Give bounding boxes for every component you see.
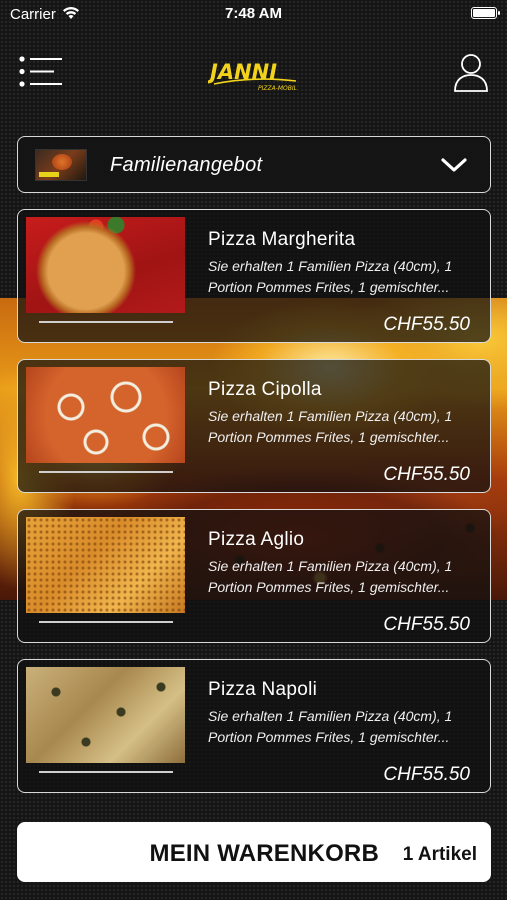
- product-name: Pizza Napoli: [208, 679, 318, 700]
- battery-icon: [471, 7, 500, 19]
- product-description: Sie erhalten 1 Familien Pizza (40cm), 1 …: [208, 708, 453, 745]
- product-card-napoli[interactable]: Pizza Napoli Sie erhalten 1 Familien Piz…: [17, 659, 491, 793]
- product-name: Pizza Cipolla: [208, 379, 322, 400]
- status-bar: Carrier 7:48 AM: [0, 0, 507, 30]
- clock: 7:48 AM: [225, 5, 282, 22]
- product-image: [26, 667, 185, 763]
- chevron-down-icon: [441, 158, 467, 172]
- janni-logo: JANNI PIZZA-MOBIL: [206, 56, 300, 92]
- logo-subtext: PIZZA-MOBIL: [258, 85, 297, 92]
- product-image: [26, 517, 185, 613]
- product-price: CHF55.50: [383, 314, 470, 335]
- product-price: CHF55.50: [383, 464, 470, 485]
- category-dropdown[interactable]: Familienangebot: [17, 136, 491, 193]
- product-image: [26, 367, 185, 463]
- product-description: Sie erhalten 1 Familien Pizza (40cm), 1 …: [208, 558, 453, 595]
- cart-item-count: 1 Artikel: [402, 844, 477, 865]
- product-card-margherita[interactable]: Pizza Margherita Sie erhalten 1 Familien…: [17, 209, 491, 343]
- user-icon[interactable]: [453, 53, 489, 93]
- product-card-aglio[interactable]: Pizza Aglio Sie erhalten 1 Familien Pizz…: [17, 509, 491, 643]
- product-price: CHF55.50: [383, 764, 470, 785]
- product-description: Sie erhalten 1 Familien Pizza (40cm), 1 …: [208, 258, 453, 295]
- product-name: Pizza Aglio: [208, 529, 305, 550]
- hamburger-menu-icon[interactable]: [18, 56, 64, 88]
- cart-button[interactable]: MEIN WARENKORB 1 Artikel: [17, 822, 491, 882]
- product-image: [26, 217, 185, 313]
- category-selected-label: Familienangebot: [110, 154, 263, 176]
- divider: [39, 621, 173, 623]
- cart-label: MEIN WARENKORB: [149, 840, 379, 867]
- product-description: Sie erhalten 1 Familien Pizza (40cm), 1 …: [208, 408, 453, 445]
- product-card-cipolla[interactable]: Pizza Cipolla Sie erhalten 1 Familien Pi…: [17, 359, 491, 493]
- divider: [39, 471, 173, 473]
- divider: [39, 321, 173, 323]
- divider: [39, 771, 173, 773]
- product-name: Pizza Margherita: [208, 229, 356, 250]
- category-thumbnail: [35, 149, 87, 181]
- product-price: CHF55.50: [383, 614, 470, 635]
